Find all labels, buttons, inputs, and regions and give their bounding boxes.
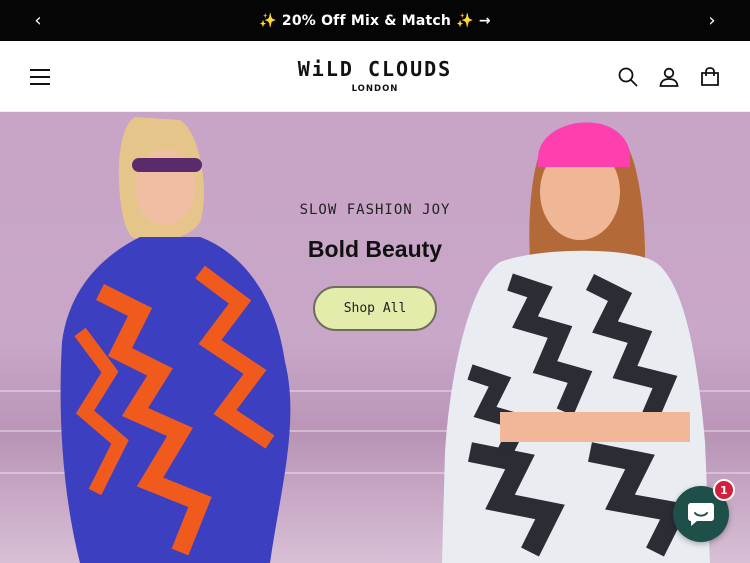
site-logo[interactable]: WiLD CLOUDS LONDON [280, 59, 470, 94]
cart-button[interactable] [696, 63, 724, 91]
search-icon [618, 67, 638, 87]
logo-subtitle: LONDON [351, 84, 399, 94]
site-header: WiLD CLOUDS LONDON [0, 41, 750, 112]
account-button[interactable] [655, 63, 683, 91]
logo-wordmark: WiLD CLOUDS [297, 57, 453, 81]
shop-all-button[interactable]: Shop All [313, 286, 437, 331]
cart-icon [701, 67, 719, 86]
chat-notification-badge: 1 [713, 479, 735, 501]
hero-banner: SLOW FASHION JOY Bold Beauty Shop All [0, 112, 750, 563]
menu-button[interactable] [26, 63, 54, 91]
announcement-prev-button[interactable]: ‹ [18, 0, 58, 41]
announcement-next-button[interactable]: › [692, 0, 732, 41]
hero-eyebrow: SLOW FASHION JOY [299, 202, 451, 218]
announcement-link[interactable]: ✨ 20% Off Mix & Match ✨ → [259, 13, 491, 29]
search-button[interactable] [614, 63, 642, 91]
announcement-bar: ‹ ✨ 20% Off Mix & Match ✨ → › [0, 0, 750, 41]
account-icon [659, 67, 679, 87]
hero-model-left-image [60, 117, 291, 563]
hero-headline: Bold Beauty [307, 236, 443, 262]
announcement-text: ✨ 20% Off Mix & Match ✨ → [259, 12, 491, 29]
chat-icon [688, 503, 714, 526]
menu-icon [30, 69, 50, 85]
chevron-right-icon: › [708, 10, 716, 31]
chevron-left-icon: ‹ [34, 10, 42, 31]
